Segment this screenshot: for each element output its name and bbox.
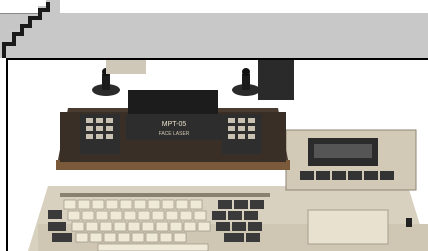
window: MPT-05 FACE LASER [0, 0, 428, 251]
image-panel: MPT-05 FACE LASER [6, 58, 428, 251]
window-corner-decoration [0, 0, 60, 58]
console-sublabel: FACE LASER [159, 131, 190, 137]
cartridge-stack [258, 60, 294, 100]
speaker-grill [307, 209, 389, 245]
console-photo: MPT-05 FACE LASER [28, 60, 428, 251]
keyboard-top-strip [60, 193, 270, 197]
titlebar-shade [44, 13, 428, 58]
console-label: MPT-05 [162, 121, 187, 128]
window-titlebar[interactable] [0, 0, 428, 58]
cable [106, 60, 146, 74]
titlebar-top-edge [0, 0, 428, 14]
power-switch [406, 218, 412, 227]
